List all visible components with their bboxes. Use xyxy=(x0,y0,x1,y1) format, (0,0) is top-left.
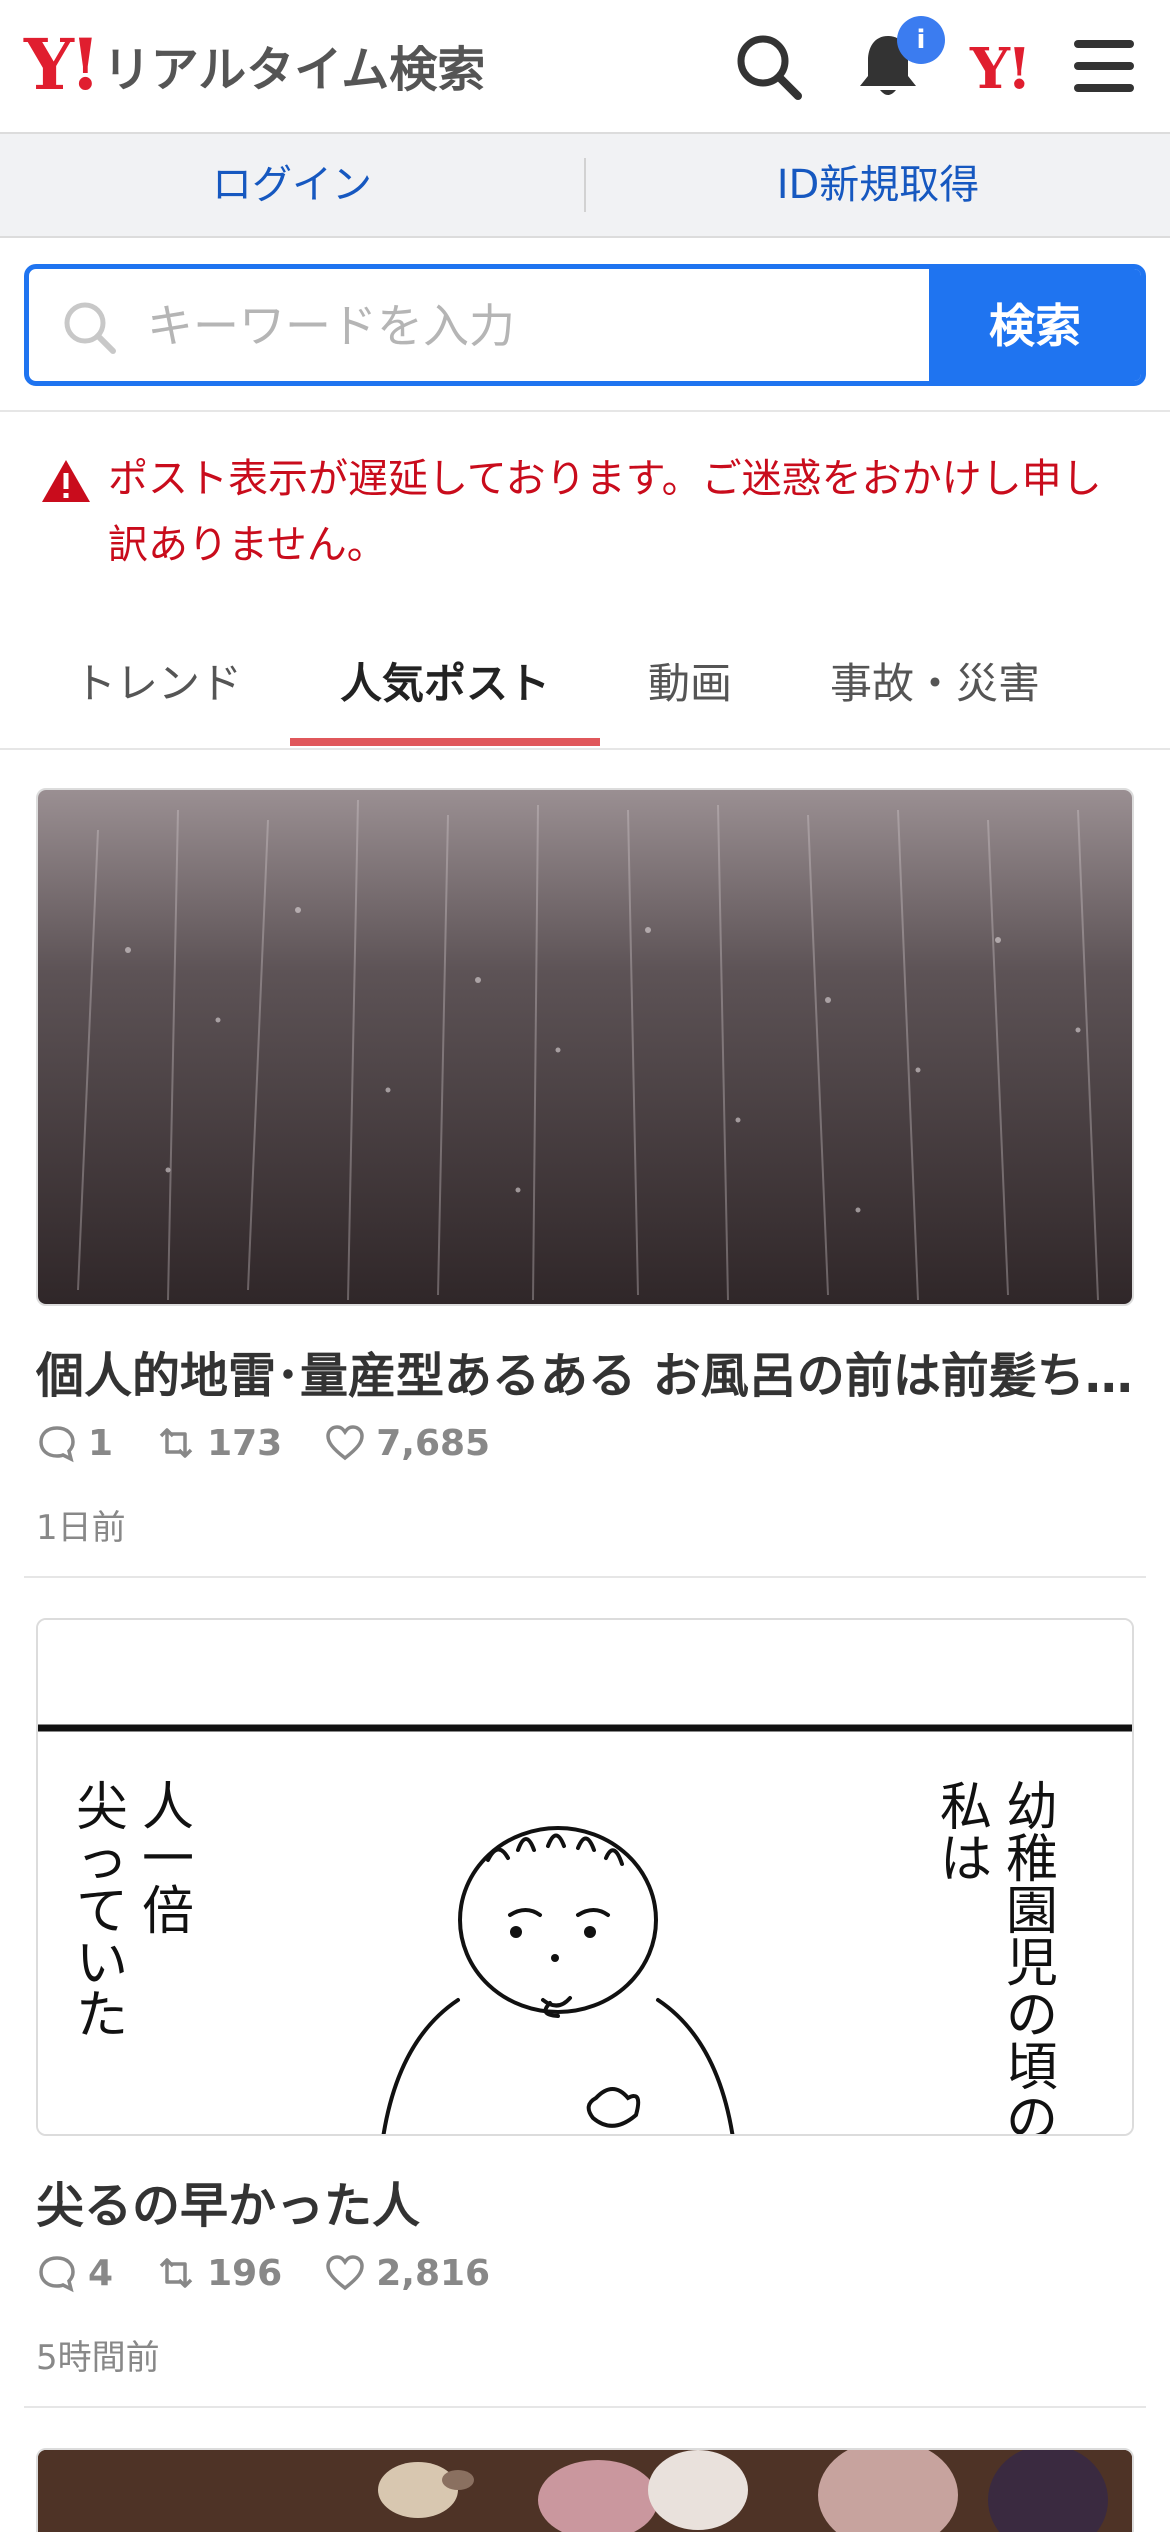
post-title[interactable]: 尖るの早かった人 xyxy=(36,2166,1136,2236)
heart-icon xyxy=(326,1425,364,1461)
post-card[interactable]: 個人的地雷･量産型あるある お風呂の前は前髪ちゃんと... 1 173 7,68… xyxy=(24,788,1146,1578)
manga-text-2: 私は xyxy=(940,1778,993,1890)
category-tabs: トレンド 人気ポスト 動画 事故・災害 xyxy=(0,620,1170,750)
search-icon[interactable] xyxy=(730,28,806,104)
repost-icon xyxy=(159,2258,193,2288)
auth-bar: ログイン ID新規取得 xyxy=(0,134,1170,238)
yahoo-realtime-logo[interactable]: Y! リアルタイム検索 xyxy=(24,30,485,100)
reply-icon xyxy=(39,1426,75,1463)
repost-count: 196 xyxy=(207,2252,283,2294)
login-link[interactable]: ログイン xyxy=(0,134,584,236)
post-image[interactable] xyxy=(36,2448,1134,2532)
active-tab-indicator xyxy=(290,738,600,746)
reply-count: 1 xyxy=(88,1422,114,1464)
post-image[interactable] xyxy=(36,788,1134,1306)
menu-icon[interactable] xyxy=(1066,28,1142,104)
like-stat[interactable]: 2,816 xyxy=(324,2252,490,2294)
search-field-icon xyxy=(64,302,116,354)
post-time: 5時間前 xyxy=(36,2338,160,2378)
reply-icon xyxy=(39,2256,75,2293)
like-stat[interactable]: 7,685 xyxy=(324,1422,490,1464)
post-stats: 4 196 2,816 xyxy=(36,2248,532,2298)
post-image[interactable]: 幼稚園児の頃の 私は 人一倍 尖っていた xyxy=(36,1618,1134,2136)
post-card[interactable]: 幼稚園児の頃の 私は 人一倍 尖っていた 尖るの早かった人 4 196 2,81… xyxy=(24,1618,1146,2408)
manga-text-1: 幼稚園児の頃の xyxy=(1006,1778,1059,2136)
tab-video[interactable]: 動画 xyxy=(648,650,732,711)
search-input[interactable] xyxy=(145,269,949,381)
yahoo-logo-icon[interactable]: Y! xyxy=(970,36,1032,102)
post-title[interactable]: 個人的地雷･量産型あるある お風呂の前は前髪ちゃんと... xyxy=(36,1336,1136,1406)
register-link[interactable]: ID新規取得 xyxy=(586,134,1170,236)
repost-stat[interactable]: 196 xyxy=(155,2252,282,2294)
like-count: 7,685 xyxy=(376,1422,491,1464)
search-button[interactable]: 検索 xyxy=(929,269,1141,381)
like-count: 2,816 xyxy=(376,2252,491,2294)
heart-icon xyxy=(326,2255,364,2291)
search-bar: 検索 xyxy=(24,264,1146,386)
yahoo-logo-mark: Y! xyxy=(24,23,101,106)
post-stats: 1 173 7,685 xyxy=(36,1418,532,1468)
post-photo-image xyxy=(38,2450,1132,2532)
tab-accident-disaster[interactable]: 事故・災害 xyxy=(830,650,1040,711)
repost-stat[interactable]: 173 xyxy=(155,1422,282,1464)
post-time: 1日前 xyxy=(36,1508,126,1548)
repost-icon xyxy=(159,1428,193,1458)
reply-stat[interactable]: 1 xyxy=(36,1422,113,1464)
divider xyxy=(0,410,1170,412)
reply-count: 4 xyxy=(88,2252,114,2294)
hair-photo-image xyxy=(38,790,1132,1304)
app-title: リアルタイム検索 xyxy=(102,42,486,98)
app-header: Y! リアルタイム検索 i Y! xyxy=(0,0,1170,134)
divider xyxy=(24,1576,1146,1578)
delay-notice-text: ポスト表示が遅延しております。ご迷惑をおかけし申し訳ありません。 xyxy=(108,456,1102,568)
manga-text-3: 人一倍 xyxy=(142,1778,195,1942)
manga-text-4: 尖っていた xyxy=(76,1778,129,2046)
notification-badge: i xyxy=(897,16,945,64)
repost-count: 173 xyxy=(207,1422,283,1464)
tab-trend[interactable]: トレンド xyxy=(74,650,242,711)
post-card[interactable] xyxy=(24,2448,1146,2532)
warning-icon xyxy=(42,460,90,502)
tab-popular-posts[interactable]: 人気ポスト xyxy=(340,650,550,711)
reply-stat[interactable]: 4 xyxy=(36,2252,113,2294)
divider xyxy=(24,2406,1146,2408)
